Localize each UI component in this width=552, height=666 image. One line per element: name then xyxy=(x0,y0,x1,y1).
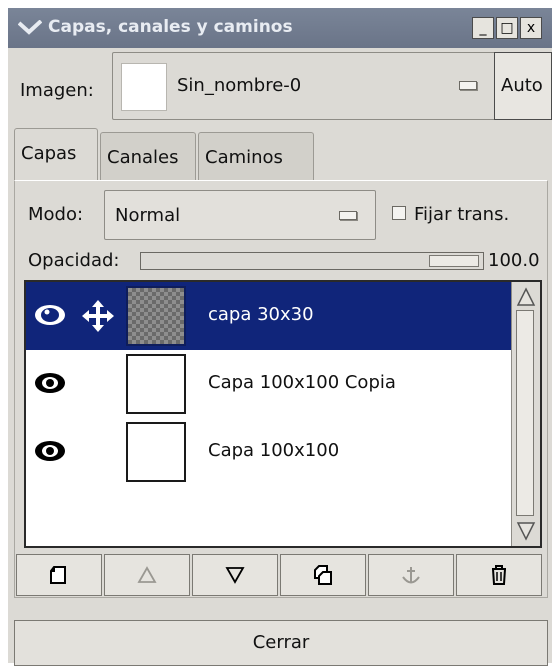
layer-name[interactable]: Capa 100x100 xyxy=(208,440,339,461)
opacity-label: Opacidad: xyxy=(28,250,120,271)
layers-scrollbar[interactable] xyxy=(511,282,540,546)
maximize-button[interactable]: □ xyxy=(496,17,518,39)
tab-capas-label: Capas xyxy=(21,143,77,164)
lock-alpha-checkbox[interactable] xyxy=(392,206,406,220)
close-button[interactable]: Cerrar xyxy=(14,620,548,666)
tab-caminos[interactable]: Caminos xyxy=(198,132,314,180)
image-name: Sin_nombre-0 xyxy=(177,75,302,96)
visibility-eye-icon[interactable] xyxy=(34,438,66,464)
tab-capas[interactable]: Capas xyxy=(14,128,98,180)
raise-layer-button[interactable] xyxy=(104,554,190,596)
layer-row[interactable]: Capa 100x100 xyxy=(26,418,512,486)
layers-dialog: Capas, canales y caminos _ □ x Imagen: S… xyxy=(8,8,552,666)
mode-select[interactable]: Normal xyxy=(104,190,376,240)
minimize-button[interactable]: _ xyxy=(472,17,494,39)
auto-button[interactable]: Auto xyxy=(494,52,552,120)
layer-name[interactable]: Capa 100x100 Copia xyxy=(208,372,396,393)
title-bar[interactable]: Capas, canales y caminos _ □ x xyxy=(8,8,552,48)
mode-value: Normal xyxy=(115,205,181,226)
new-layer-icon xyxy=(50,566,66,584)
auto-button-label: Auto xyxy=(501,75,543,96)
layers-toolbar xyxy=(16,554,542,596)
duplicate-layer-button[interactable] xyxy=(280,554,366,596)
anchor-layer-button[interactable] xyxy=(368,554,454,596)
opacity-slider-handle[interactable] xyxy=(429,255,479,267)
window-menu-icon[interactable] xyxy=(18,20,42,36)
visibility-eye-icon[interactable] xyxy=(34,370,66,396)
image-select[interactable]: Sin_nombre-0 xyxy=(112,52,496,120)
dropdown-arrow-icon[interactable] xyxy=(459,81,477,90)
lower-layer-button[interactable] xyxy=(192,554,278,596)
tab-canales[interactable]: Canales xyxy=(100,132,196,180)
layer-row[interactable]: Capa 100x100 Copia xyxy=(26,350,512,418)
layer-row[interactable]: capa 30x30 xyxy=(26,282,512,350)
lock-alpha-label[interactable]: Fijar trans. xyxy=(414,204,509,225)
scrollbar-thumb[interactable] xyxy=(516,310,534,516)
close-window-button[interactable]: x xyxy=(520,17,542,39)
anchor-layer-icon xyxy=(402,567,420,584)
layer-thumbnail xyxy=(126,422,186,482)
new-layer-button[interactable] xyxy=(16,554,102,596)
opacity-slider[interactable] xyxy=(140,252,484,270)
opacity-value[interactable]: 100.0 xyxy=(488,250,540,271)
dropdown-arrow-icon[interactable] xyxy=(339,211,357,220)
visibility-eye-icon[interactable] xyxy=(34,302,66,328)
scroll-up-icon[interactable] xyxy=(516,286,536,308)
lower-layer-icon xyxy=(225,567,245,584)
layer-thumbnail xyxy=(126,354,186,414)
delete-layer-button[interactable] xyxy=(456,554,542,596)
layer-name[interactable]: capa 30x30 xyxy=(208,304,314,325)
link-move-icon[interactable] xyxy=(80,298,116,334)
window-title: Capas, canales y caminos xyxy=(48,17,293,37)
tab-canales-label: Canales xyxy=(107,147,179,168)
layer-thumbnail xyxy=(126,286,186,346)
scroll-down-icon[interactable] xyxy=(516,520,536,542)
image-label: Imagen: xyxy=(20,80,94,101)
raise-layer-icon xyxy=(137,566,157,583)
mode-label: Modo: xyxy=(28,204,84,225)
delete-layer-icon xyxy=(492,565,506,585)
image-thumbnail xyxy=(121,63,167,111)
tab-caminos-label: Caminos xyxy=(205,147,283,168)
duplicate-layer-icon xyxy=(314,565,332,585)
layers-list[interactable]: capa 30x30 Capa 100x100 Copia Capa 100x1… xyxy=(24,280,542,548)
